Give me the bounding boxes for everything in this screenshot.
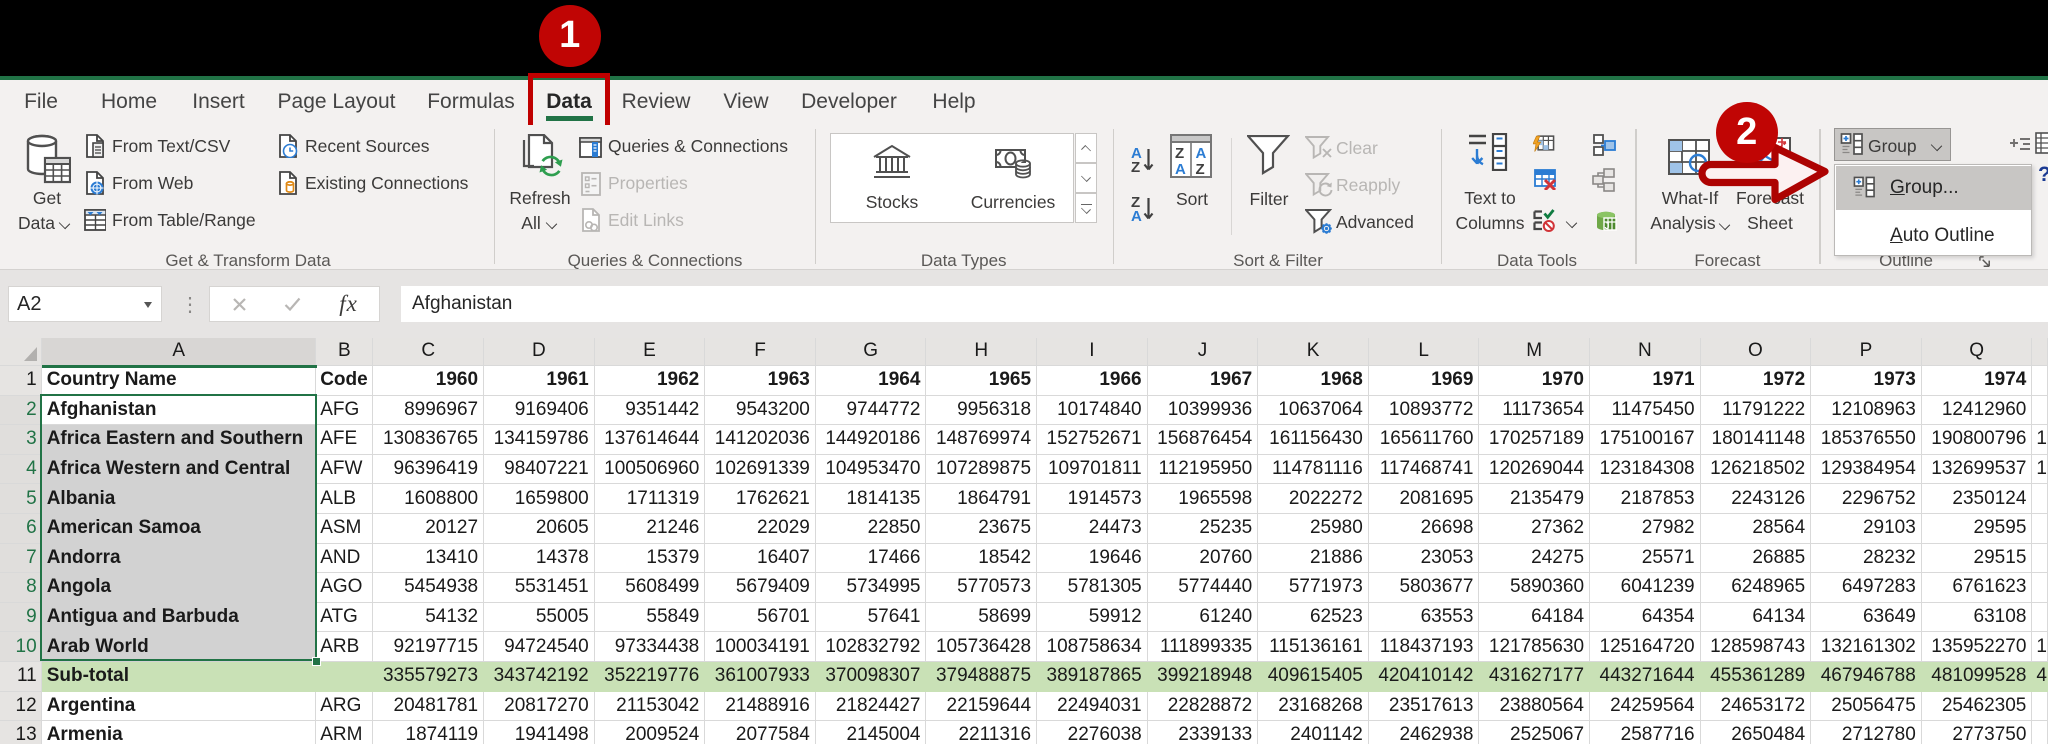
svg-text:Z: Z [1196,161,1205,178]
svg-text:Z: Z [1175,145,1184,162]
svg-text:A: A [1131,208,1142,223]
svg-text:A: A [1175,161,1186,178]
svg-text:A: A [1196,145,1207,162]
svg-text:Z: Z [1131,159,1140,174]
svg-text:J: J [1605,221,1610,231]
